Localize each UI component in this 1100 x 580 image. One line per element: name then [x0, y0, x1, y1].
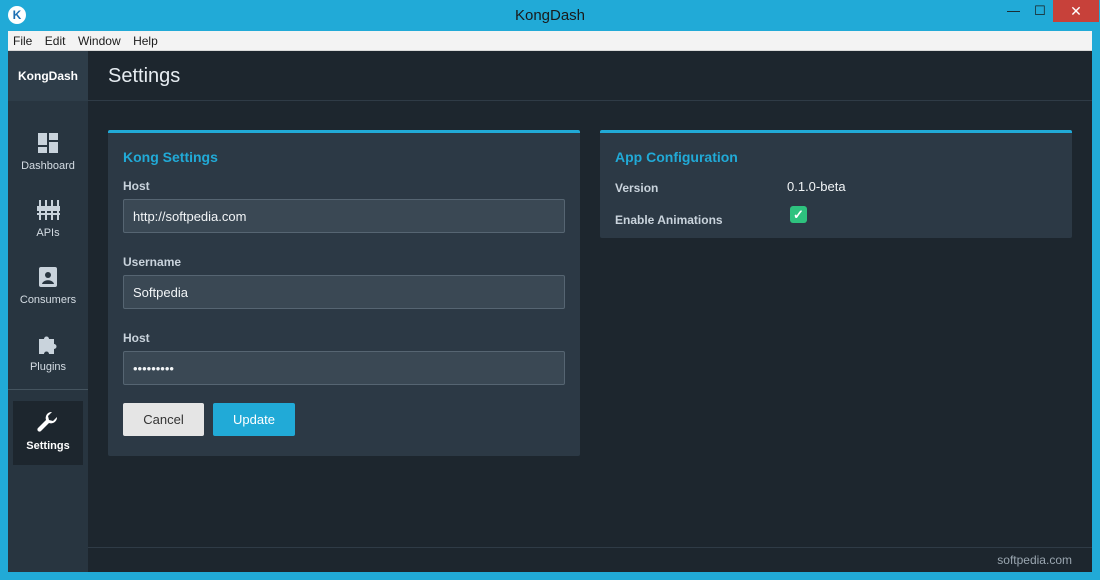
minimize-button[interactable]: —	[1000, 0, 1027, 22]
footer-watermark: softpedia.com	[997, 553, 1072, 567]
app-configuration-panel: App Configuration Version 0.1.0-beta Ena…	[600, 130, 1072, 238]
menu-help[interactable]: Help	[129, 31, 162, 49]
sidebar-divider	[8, 389, 88, 390]
update-button[interactable]: Update	[213, 403, 295, 436]
menu-window[interactable]: Window	[74, 31, 125, 49]
host-label: Host	[123, 179, 150, 193]
page-title: Settings	[108, 65, 181, 87]
username-input[interactable]	[123, 275, 565, 309]
wrench-icon	[37, 411, 58, 432]
sidebar-brand: KongDash	[8, 51, 88, 101]
kong-settings-panel: Kong Settings Host Username Host Cancel …	[108, 130, 580, 456]
puzzle-icon	[39, 336, 57, 354]
version-value: 0.1.0-beta	[787, 179, 846, 194]
sidebar-item-label: Plugins	[29, 361, 67, 373]
enable-animations-label: Enable Animations	[615, 213, 723, 227]
page-header: Settings	[88, 51, 1092, 101]
dashboard-icon	[38, 133, 58, 153]
sidebar-item-label: Dashboard	[21, 160, 75, 172]
app-content: KongDash Dashboard APIs Consumers Plugin…	[8, 51, 1092, 572]
menu-bar: File Edit Window Help	[8, 31, 1092, 51]
enable-animations-checkbox[interactable]: ✓	[790, 206, 807, 223]
sidebar-item-consumers[interactable]: Consumers	[8, 255, 88, 322]
sidebar-item-label: Settings	[26, 440, 70, 452]
footer: softpedia.com	[88, 547, 1092, 572]
host-input[interactable]	[123, 199, 565, 233]
title-bar: K KongDash — ☐ ✕	[0, 0, 1100, 31]
version-label: Version	[615, 181, 659, 195]
menu-edit[interactable]: Edit	[41, 31, 70, 49]
sidebar-item-apis[interactable]: APIs	[8, 188, 88, 255]
password-input[interactable]	[123, 351, 565, 385]
app-configuration-title: App Configuration	[615, 149, 738, 165]
close-button[interactable]: ✕	[1053, 0, 1099, 22]
sidebar-item-settings[interactable]: Settings	[13, 401, 83, 465]
cancel-button[interactable]: Cancel	[123, 403, 204, 436]
sliders-icon	[37, 200, 60, 220]
sidebar-item-dashboard[interactable]: Dashboard	[8, 121, 88, 188]
sidebar-item-label: Consumers	[19, 294, 77, 306]
sidebar: KongDash Dashboard APIs Consumers Plugin…	[8, 51, 88, 572]
maximize-button[interactable]: ☐	[1027, 0, 1053, 22]
sidebar-item-plugins[interactable]: Plugins	[8, 322, 88, 389]
menu-file[interactable]: File	[8, 31, 36, 49]
contact-card-icon	[39, 267, 57, 287]
sidebar-item-label: APIs	[36, 227, 60, 239]
kong-settings-title: Kong Settings	[123, 149, 218, 165]
username-label: Username	[123, 255, 182, 269]
password-label: Host	[123, 331, 150, 345]
window-title: KongDash	[514, 7, 586, 24]
